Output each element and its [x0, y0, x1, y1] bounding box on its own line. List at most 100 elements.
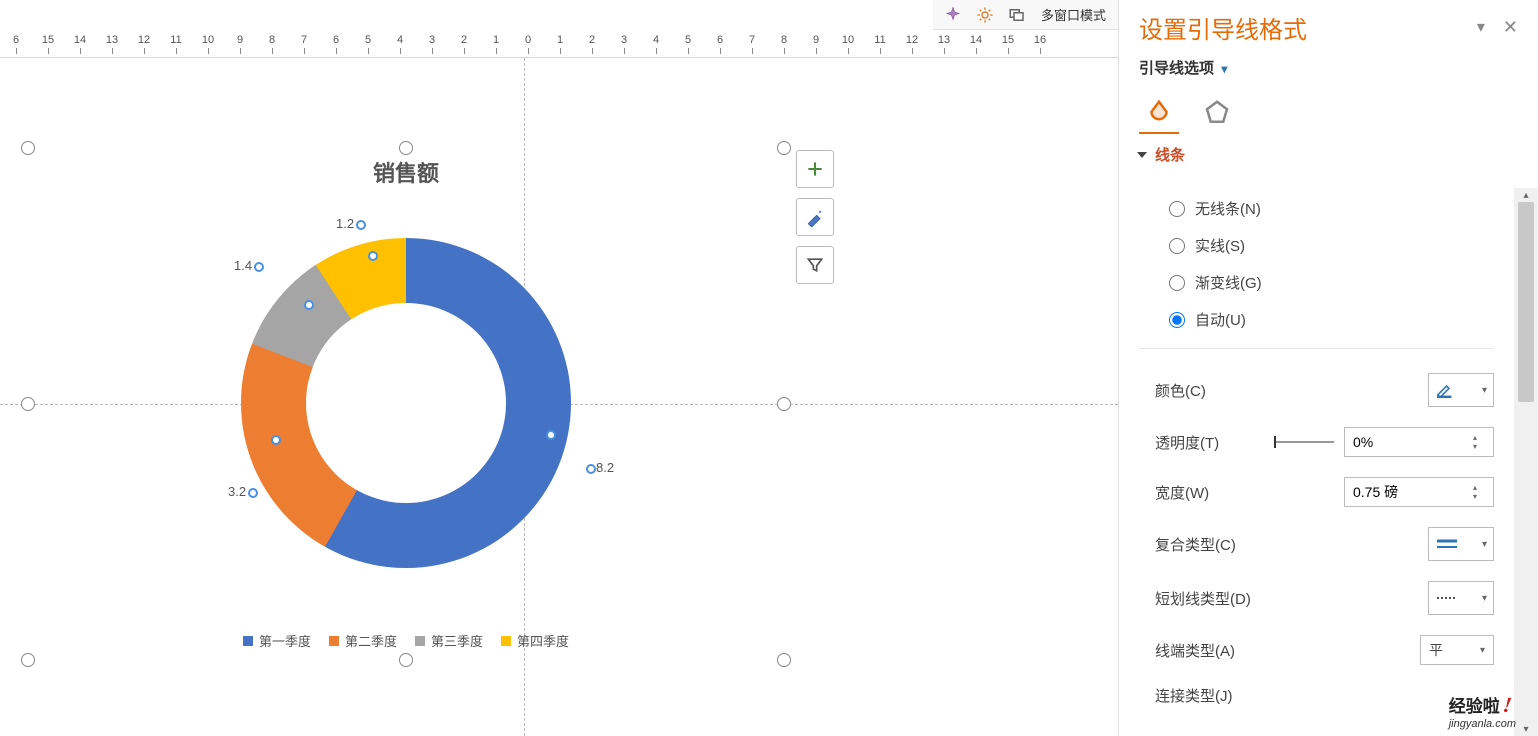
prop-dash: 短划线类型(D) ▾ — [1139, 571, 1494, 625]
prop-transparency: 透明度(T) ▴▾ — [1139, 417, 1494, 467]
resize-handle-tc[interactable] — [399, 141, 413, 155]
close-icon[interactable]: ✕ — [1503, 17, 1518, 38]
resize-handle-bc[interactable] — [399, 653, 413, 667]
radio-auto-line[interactable]: 自动(U) — [1169, 309, 1494, 330]
color-picker-button[interactable]: ▾ — [1428, 373, 1494, 407]
prop-color: 颜色(C) ▾ — [1139, 363, 1494, 417]
ruler-tick: 2 — [448, 34, 480, 46]
ruler-tick: 12 — [128, 34, 160, 46]
ruler-tick: 5 — [352, 34, 384, 46]
multi-window-label[interactable]: 多窗口模式 — [1035, 5, 1112, 24]
swatch-icon — [329, 636, 339, 646]
leader-marker — [304, 300, 314, 310]
ruler-tick: 10 — [192, 34, 224, 46]
prop-width: 宽度(W) ▴▾ — [1139, 467, 1494, 517]
legend-item[interactable]: 第二季度 — [329, 631, 397, 650]
gear-icon[interactable] — [971, 3, 999, 27]
ruler-tick: 1 — [480, 34, 512, 46]
ruler-tick: 3 — [416, 34, 448, 46]
resize-handle-tl[interactable] — [21, 141, 35, 155]
panel-subheader[interactable]: 引导线选项 ▾ — [1119, 53, 1538, 88]
format-panel: 设置引导线格式 ▾ ✕ 引导线选项 ▾ 线条 无线条(N) 实线(S) 渐变线(… — [1118, 0, 1538, 736]
tab-effects[interactable] — [1197, 94, 1237, 134]
ruler-tick: 7 — [736, 34, 768, 46]
scroll-thumb[interactable] — [1518, 202, 1534, 402]
resize-handle-br[interactable] — [777, 653, 791, 667]
sparkle-icon[interactable] — [939, 3, 967, 27]
resize-handle-tr[interactable] — [777, 141, 791, 155]
radio-no-line[interactable]: 无线条(N) — [1169, 198, 1494, 219]
watermark: 经验啦 ! jingyanla.com — [1449, 692, 1516, 730]
horizontal-ruler: 6151413121110987654321012345678910111213… — [0, 30, 1118, 58]
radio-solid-line[interactable]: 实线(S) — [1169, 235, 1494, 256]
legend-item[interactable]: 第四季度 — [501, 631, 569, 650]
data-label-q3[interactable]: 1.4 — [234, 258, 264, 273]
ruler-tick: 14 — [960, 34, 992, 46]
ruler-tick: 0 — [512, 34, 544, 46]
swatch-icon — [415, 636, 425, 646]
ruler-tick: 14 — [64, 34, 96, 46]
transparency-slider[interactable] — [1274, 441, 1334, 443]
ruler-tick: 15 — [992, 34, 1024, 46]
ruler-tick: 13 — [928, 34, 960, 46]
data-label-q4[interactable]: 1.2 — [336, 216, 366, 231]
ruler-tick: 16 — [1024, 34, 1056, 46]
panel-scrollbar[interactable]: ▴ ▾ — [1514, 188, 1538, 736]
ruler-tick: 10 — [832, 34, 864, 46]
panel-body: 无线条(N) 实线(S) 渐变线(G) 自动(U) 颜色(C) ▾ 透明度(T)… — [1119, 188, 1514, 736]
compound-type-button[interactable]: ▾ — [1428, 527, 1494, 561]
leader-marker — [271, 435, 281, 445]
swatch-icon — [501, 636, 511, 646]
panel-title: 设置引导线格式 — [1139, 10, 1307, 45]
prop-compound: 复合类型(C) ▾ — [1139, 517, 1494, 571]
leader-marker — [368, 251, 378, 261]
chart-filter-button[interactable] — [796, 246, 834, 284]
ruler-tick: 6 — [704, 34, 736, 46]
dash-type-button[interactable]: ▾ — [1428, 581, 1494, 615]
panel-tabs — [1119, 88, 1538, 138]
section-header-line[interactable]: 线条 — [1119, 138, 1538, 171]
ruler-tick: 11 — [864, 34, 896, 46]
ruler-tick: 8 — [256, 34, 288, 46]
donut-chart[interactable] — [241, 238, 571, 568]
triangle-down-icon — [1137, 152, 1147, 158]
chart-styles-button[interactable] — [796, 198, 834, 236]
ruler-tick: 9 — [224, 34, 256, 46]
transparency-input[interactable]: ▴▾ — [1344, 427, 1494, 457]
chart-quick-buttons — [796, 150, 834, 284]
data-label-q2[interactable]: 3.2 — [228, 484, 258, 499]
chart-title[interactable]: 销售额 — [28, 156, 784, 188]
chart-legend[interactable]: 第一季度 第二季度 第三季度 第四季度 — [28, 631, 784, 650]
legend-item[interactable]: 第三季度 — [415, 631, 483, 650]
radio-gradient-line[interactable]: 渐变线(G) — [1169, 272, 1494, 293]
ruler-tick: 11 — [160, 34, 192, 46]
chart-object[interactable]: 销售额 8.2 3.2 1.4 1.2 第一季度 第二季度 第三季度 第四季度 — [28, 148, 784, 660]
ruler-tick: 5 — [672, 34, 704, 46]
ruler-tick: 15 — [32, 34, 64, 46]
ruler-tick: 1 — [544, 34, 576, 46]
panel-menu-icon[interactable]: ▾ — [1477, 17, 1485, 38]
resize-handle-bl[interactable] — [21, 653, 35, 667]
ruler-tick: 6 — [0, 34, 32, 46]
prop-cap: 线端类型(A) 平▾ — [1139, 625, 1494, 675]
top-toolbar: 多窗口模式 — [933, 0, 1118, 30]
ruler-tick: 2 — [576, 34, 608, 46]
scroll-down-icon[interactable]: ▾ — [1514, 722, 1538, 736]
tab-fill-line[interactable] — [1139, 94, 1179, 134]
ruler-tick: 13 — [96, 34, 128, 46]
chart-plot-area[interactable]: 8.2 3.2 1.4 1.2 — [28, 188, 784, 608]
ruler-tick: 4 — [384, 34, 416, 46]
scroll-up-icon[interactable]: ▴ — [1514, 188, 1538, 202]
width-input[interactable]: ▴▾ — [1344, 477, 1494, 507]
windows-icon[interactable] — [1003, 3, 1031, 27]
chevron-down-icon: ▾ — [1218, 62, 1227, 76]
ruler-tick: 4 — [640, 34, 672, 46]
leader-marker — [546, 430, 556, 440]
data-label-q1[interactable]: 8.2 — [584, 460, 614, 475]
slide-canvas[interactable]: 销售额 8.2 3.2 1.4 1.2 第一季度 第二季度 第三季度 第四季度 — [0, 58, 1118, 736]
line-type-radio-group: 无线条(N) 实线(S) 渐变线(G) 自动(U) — [1139, 188, 1494, 340]
chart-elements-button[interactable] — [796, 150, 834, 188]
prop-join: 连接类型(J) — [1139, 675, 1494, 716]
legend-item[interactable]: 第一季度 — [243, 631, 311, 650]
cap-type-select[interactable]: 平▾ — [1420, 635, 1494, 665]
